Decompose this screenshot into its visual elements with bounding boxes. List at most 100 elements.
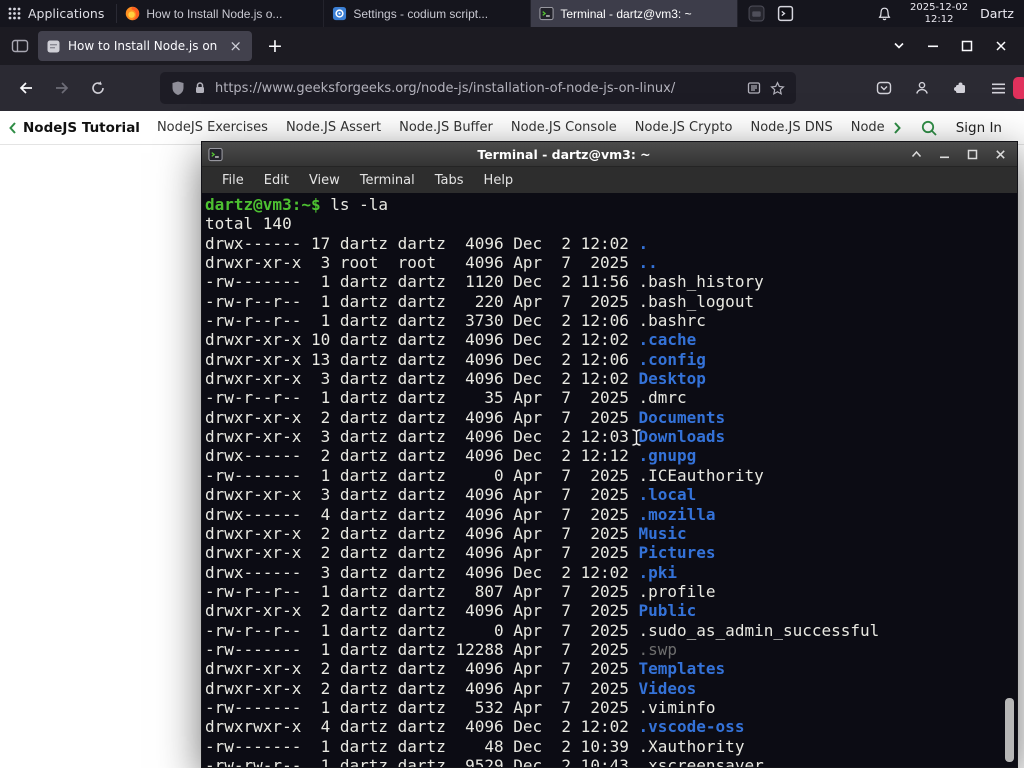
forward-button[interactable]: [46, 72, 78, 104]
url-text[interactable]: https://www.geeksforgeeks.org/node-js/in…: [215, 81, 738, 96]
ls-output-row: -rw-r--r-- 1 dartz dartz 220 Apr 7 2025 …: [205, 292, 879, 311]
terminal-icon: [539, 6, 554, 21]
lock-icon[interactable]: [194, 81, 206, 95]
terminal-titlebar[interactable]: Terminal - dartz@vm3: ~: [202, 142, 1017, 167]
ls-row-filename: .config: [638, 349, 706, 369]
back-button[interactable]: [10, 72, 42, 104]
nav-scroll-right-icon[interactable]: [893, 121, 902, 135]
toolbar-right-buttons: [868, 72, 1014, 104]
ls-output-row: drwx------ 17 dartz dartz 4096 Dec 2 12:…: [205, 234, 879, 253]
new-tab-button[interactable]: +: [260, 31, 290, 61]
ls-row-meta: drwx------ 2 dartz dartz 4096 Dec 2 12:1…: [205, 446, 639, 466]
panel-clock[interactable]: 2025-12-02 12:12: [902, 0, 976, 27]
list-all-tabs-button[interactable]: [882, 27, 916, 65]
sign-in-button[interactable]: Sign In: [956, 120, 1002, 136]
ls-output-row: drwxr-xr-x 3 dartz dartz 4096 Apr 7 2025…: [205, 485, 879, 504]
reader-mode-icon[interactable]: [747, 81, 761, 95]
site-nav-link[interactable]: Node.JS DNS: [750, 120, 832, 135]
ls-row-meta: -rw------- 1 dartz dartz 532 Apr 7 2025: [205, 697, 639, 717]
menu-file[interactable]: File: [212, 173, 254, 188]
ls-output-row: drwxr-xr-x 3 root root 4096 Apr 7 2025 .…: [205, 253, 879, 272]
ls-row-meta: -rw------- 1 dartz dartz 48 Dec 2 10:39: [205, 736, 639, 756]
ls-row-filename: Desktop: [638, 369, 706, 389]
ls-output-row: -rw------- 1 dartz dartz 1120 Dec 2 11:5…: [205, 272, 879, 291]
terminal-rollup-button[interactable]: [905, 144, 927, 164]
reload-button[interactable]: [82, 72, 114, 104]
pocket-icon: [876, 81, 892, 95]
minimize-icon: [928, 45, 938, 48]
tray-app-icon[interactable]: [748, 5, 765, 22]
clock-time: 12:12: [924, 13, 954, 25]
terminal-menubar: File Edit View Terminal Tabs Help: [202, 167, 1017, 193]
ls-output-row: drwxr-xr-x 2 dartz dartz 4096 Apr 7 2025…: [205, 679, 879, 698]
taskbar-button-browser[interactable]: How to Install Node.js o...: [117, 0, 325, 27]
menu-help[interactable]: Help: [474, 173, 524, 188]
ls-output-row: drwxr-xr-x 2 dartz dartz 4096 Apr 7 2025…: [205, 659, 879, 678]
ls-output-row: drwx------ 3 dartz dartz 4096 Dec 2 12:0…: [205, 563, 879, 582]
account-button[interactable]: [906, 72, 938, 104]
taskbar-button-settings[interactable]: Settings - codium script...: [324, 0, 532, 27]
address-bar[interactable]: https://www.geeksforgeeks.org/node-js/in…: [160, 72, 796, 104]
hamburger-menu-icon: [991, 83, 1005, 93]
terminal-scrollbar-thumb[interactable]: [1005, 698, 1014, 762]
extensions-button[interactable]: [944, 72, 976, 104]
terminal-close-button[interactable]: [989, 144, 1011, 164]
ls-row-filename: .bashrc: [638, 311, 706, 331]
site-nav-brand[interactable]: NodeJS Tutorial: [23, 120, 140, 136]
user-menu[interactable]: Dartz: [976, 0, 1024, 27]
site-nav-link[interactable]: Node.JS Crypto: [635, 120, 733, 135]
terminal-minimize-button[interactable]: [933, 144, 955, 164]
applications-menu-label: Applications: [28, 6, 105, 21]
terminal-window-icon: [208, 147, 223, 161]
menu-edit[interactable]: Edit: [254, 173, 299, 188]
site-nav-link[interactable]: Node: [851, 120, 885, 135]
tray-terminal-icon[interactable]: [777, 5, 794, 22]
tracking-shield-icon[interactable]: [171, 80, 185, 96]
terminal-body[interactable]: dartz@vm3:~$ ls -la total 140 drwx------…: [202, 193, 1017, 767]
window-minimize-button[interactable]: [916, 27, 950, 65]
close-icon: [995, 149, 1005, 159]
ls-row-meta: drwxr-xr-x 3 dartz dartz 4096 Dec 2 12:0…: [205, 427, 639, 447]
site-nav-link[interactable]: Node.JS Console: [511, 120, 617, 135]
close-icon: [996, 41, 1006, 51]
back-arrow-icon: [19, 82, 32, 94]
shell-command: ls -la: [320, 195, 389, 214]
search-icon[interactable]: [920, 119, 938, 137]
notifications-button[interactable]: [867, 0, 902, 27]
window-close-button[interactable]: [984, 27, 1018, 65]
nav-scroll-left-icon[interactable]: [8, 121, 17, 135]
ls-row-filename: .: [638, 233, 649, 253]
ls-output-row: -rw-r--r-- 1 dartz dartz 0 Apr 7 2025 .s…: [205, 621, 879, 640]
ls-output-row: drwxr-xr-x 2 dartz dartz 4096 Apr 7 2025…: [205, 524, 879, 543]
ls-row-filename: .Xauthority: [638, 736, 745, 756]
ls-row-filename: .cache: [638, 330, 697, 350]
site-nav-actions: Sign In: [889, 119, 1016, 137]
bookmark-star-icon[interactable]: [770, 80, 785, 96]
menu-tabs[interactable]: Tabs: [425, 173, 474, 188]
ls-output-row: drwx------ 4 dartz dartz 4096 Apr 7 2025…: [205, 505, 879, 524]
ls-row-filename: .sudo_as_admin_successful: [638, 620, 880, 640]
firefox-view-button[interactable]: [6, 32, 34, 60]
ls-row-filename: Documents: [638, 407, 726, 427]
applications-menu-button[interactable]: Applications: [0, 0, 116, 27]
browser-tab[interactable]: How to Install Node.js on ×: [38, 31, 252, 61]
ls-output-row: drwxr-xr-x 3 dartz dartz 4096 Dec 2 12:0…: [205, 369, 879, 388]
ls-output-row: drwxr-xr-x 2 dartz dartz 4096 Apr 7 2025…: [205, 408, 879, 427]
ls-row-meta: drwxr-xr-x 3 dartz dartz 4096 Apr 7 2025: [205, 485, 639, 505]
ls-row-meta: drwxr-xr-x 2 dartz dartz 4096 Apr 7 2025: [205, 659, 639, 679]
puzzle-icon: [954, 82, 965, 93]
tab-close-button[interactable]: ×: [228, 38, 243, 54]
site-nav-link[interactable]: Node.JS Buffer: [399, 120, 493, 135]
window-maximize-button[interactable]: [950, 27, 984, 65]
system-tray: [738, 0, 804, 27]
site-nav-link[interactable]: Node.JS Assert: [286, 120, 381, 135]
menu-view[interactable]: View: [299, 173, 350, 188]
settings-icon: [333, 6, 347, 21]
menu-terminal[interactable]: Terminal: [350, 173, 425, 188]
site-nav-link[interactable]: NodeJS Exercises: [157, 120, 268, 135]
terminal-maximize-button[interactable]: [961, 144, 983, 164]
app-menu-button[interactable]: [982, 72, 1014, 104]
save-to-pocket-button[interactable]: [868, 72, 900, 104]
taskbar-button-terminal[interactable]: Terminal - dartz@vm3: ~: [531, 0, 739, 27]
firefox-icon: [126, 6, 140, 21]
